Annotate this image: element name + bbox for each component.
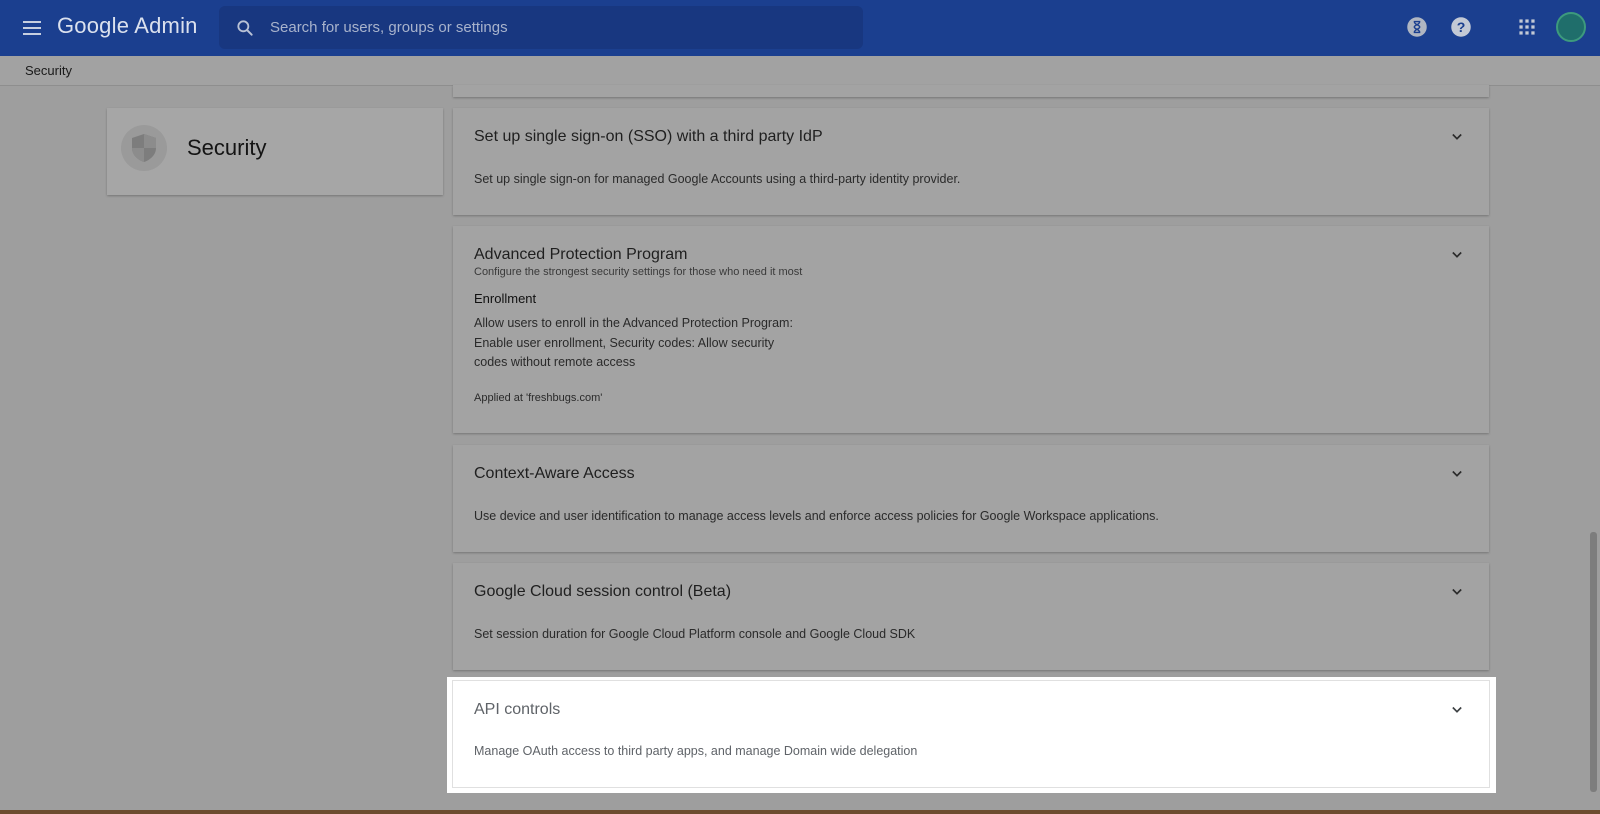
top-app-bar: Google Admin Search for users, groups or… [0,0,1600,56]
chevron-down-icon[interactable] [1447,582,1467,602]
setting-line: Enable user enrollment, Security codes: … [474,336,775,350]
context-aware-access-card[interactable]: Context-Aware Access Use device and user… [453,445,1489,552]
chevron-down-icon[interactable] [1447,245,1467,265]
sso-card[interactable]: Set up single sign-on (SSO) with a third… [453,108,1489,215]
card-title: Google Cloud session control (Beta) [474,583,732,600]
chevron-down-icon[interactable] [1447,127,1467,147]
search-bar[interactable]: Search for users, groups or settings [219,6,863,49]
previous-card-edge [453,85,1489,97]
bottom-edge [0,810,1600,814]
enrollment-label: Enrollment [474,291,537,306]
card-title: Set up single sign-on (SSO) with a third… [474,128,823,145]
api-controls-card[interactable]: API controls Manage OAuth access to thir… [453,681,1489,787]
chevron-down-icon[interactable] [1447,464,1467,484]
card-title: Advanced Protection Program [474,246,688,263]
search-input[interactable]: Search for users, groups or settings [270,19,508,36]
avatar[interactable] [1556,12,1586,42]
chevron-down-icon[interactable] [1447,700,1467,720]
card-title: Context-Aware Access [474,465,635,482]
menu-icon[interactable] [20,16,44,40]
shield-icon [121,125,167,171]
section-header-card: Security [107,108,443,195]
card-description: Manage OAuth access to third party apps,… [474,744,918,758]
app-logo[interactable]: Google Admin [57,13,198,39]
setting-line: Allow users to enroll in the Advanced Pr… [474,316,793,330]
card-description: Set up single sign-on for managed Google… [474,172,961,186]
page-title: Security [187,135,267,160]
apps-grid-icon[interactable] [1514,14,1540,40]
search-icon [237,20,253,36]
card-title: API controls [474,701,561,718]
hourglass-icon[interactable] [1404,14,1430,40]
cloud-session-control-card[interactable]: Google Cloud session control (Beta) Set … [453,563,1489,670]
applied-at-label: Applied at 'freshbugs.com' [474,392,603,404]
card-description: Use device and user identification to ma… [474,509,1159,523]
svg-text:?: ? [1457,19,1466,35]
card-subtitle: Configure the strongest security setting… [474,266,803,278]
breadcrumb-bar: Security [0,56,1600,86]
advanced-protection-card[interactable]: Advanced Protection Program Configure th… [453,226,1489,433]
scrollbar[interactable] [1590,532,1597,792]
setting-line: codes without remote access [474,355,636,369]
help-icon[interactable]: ? [1448,14,1474,40]
card-description: Set session duration for Google Cloud Pl… [474,627,916,641]
breadcrumb[interactable]: Security [25,63,72,78]
